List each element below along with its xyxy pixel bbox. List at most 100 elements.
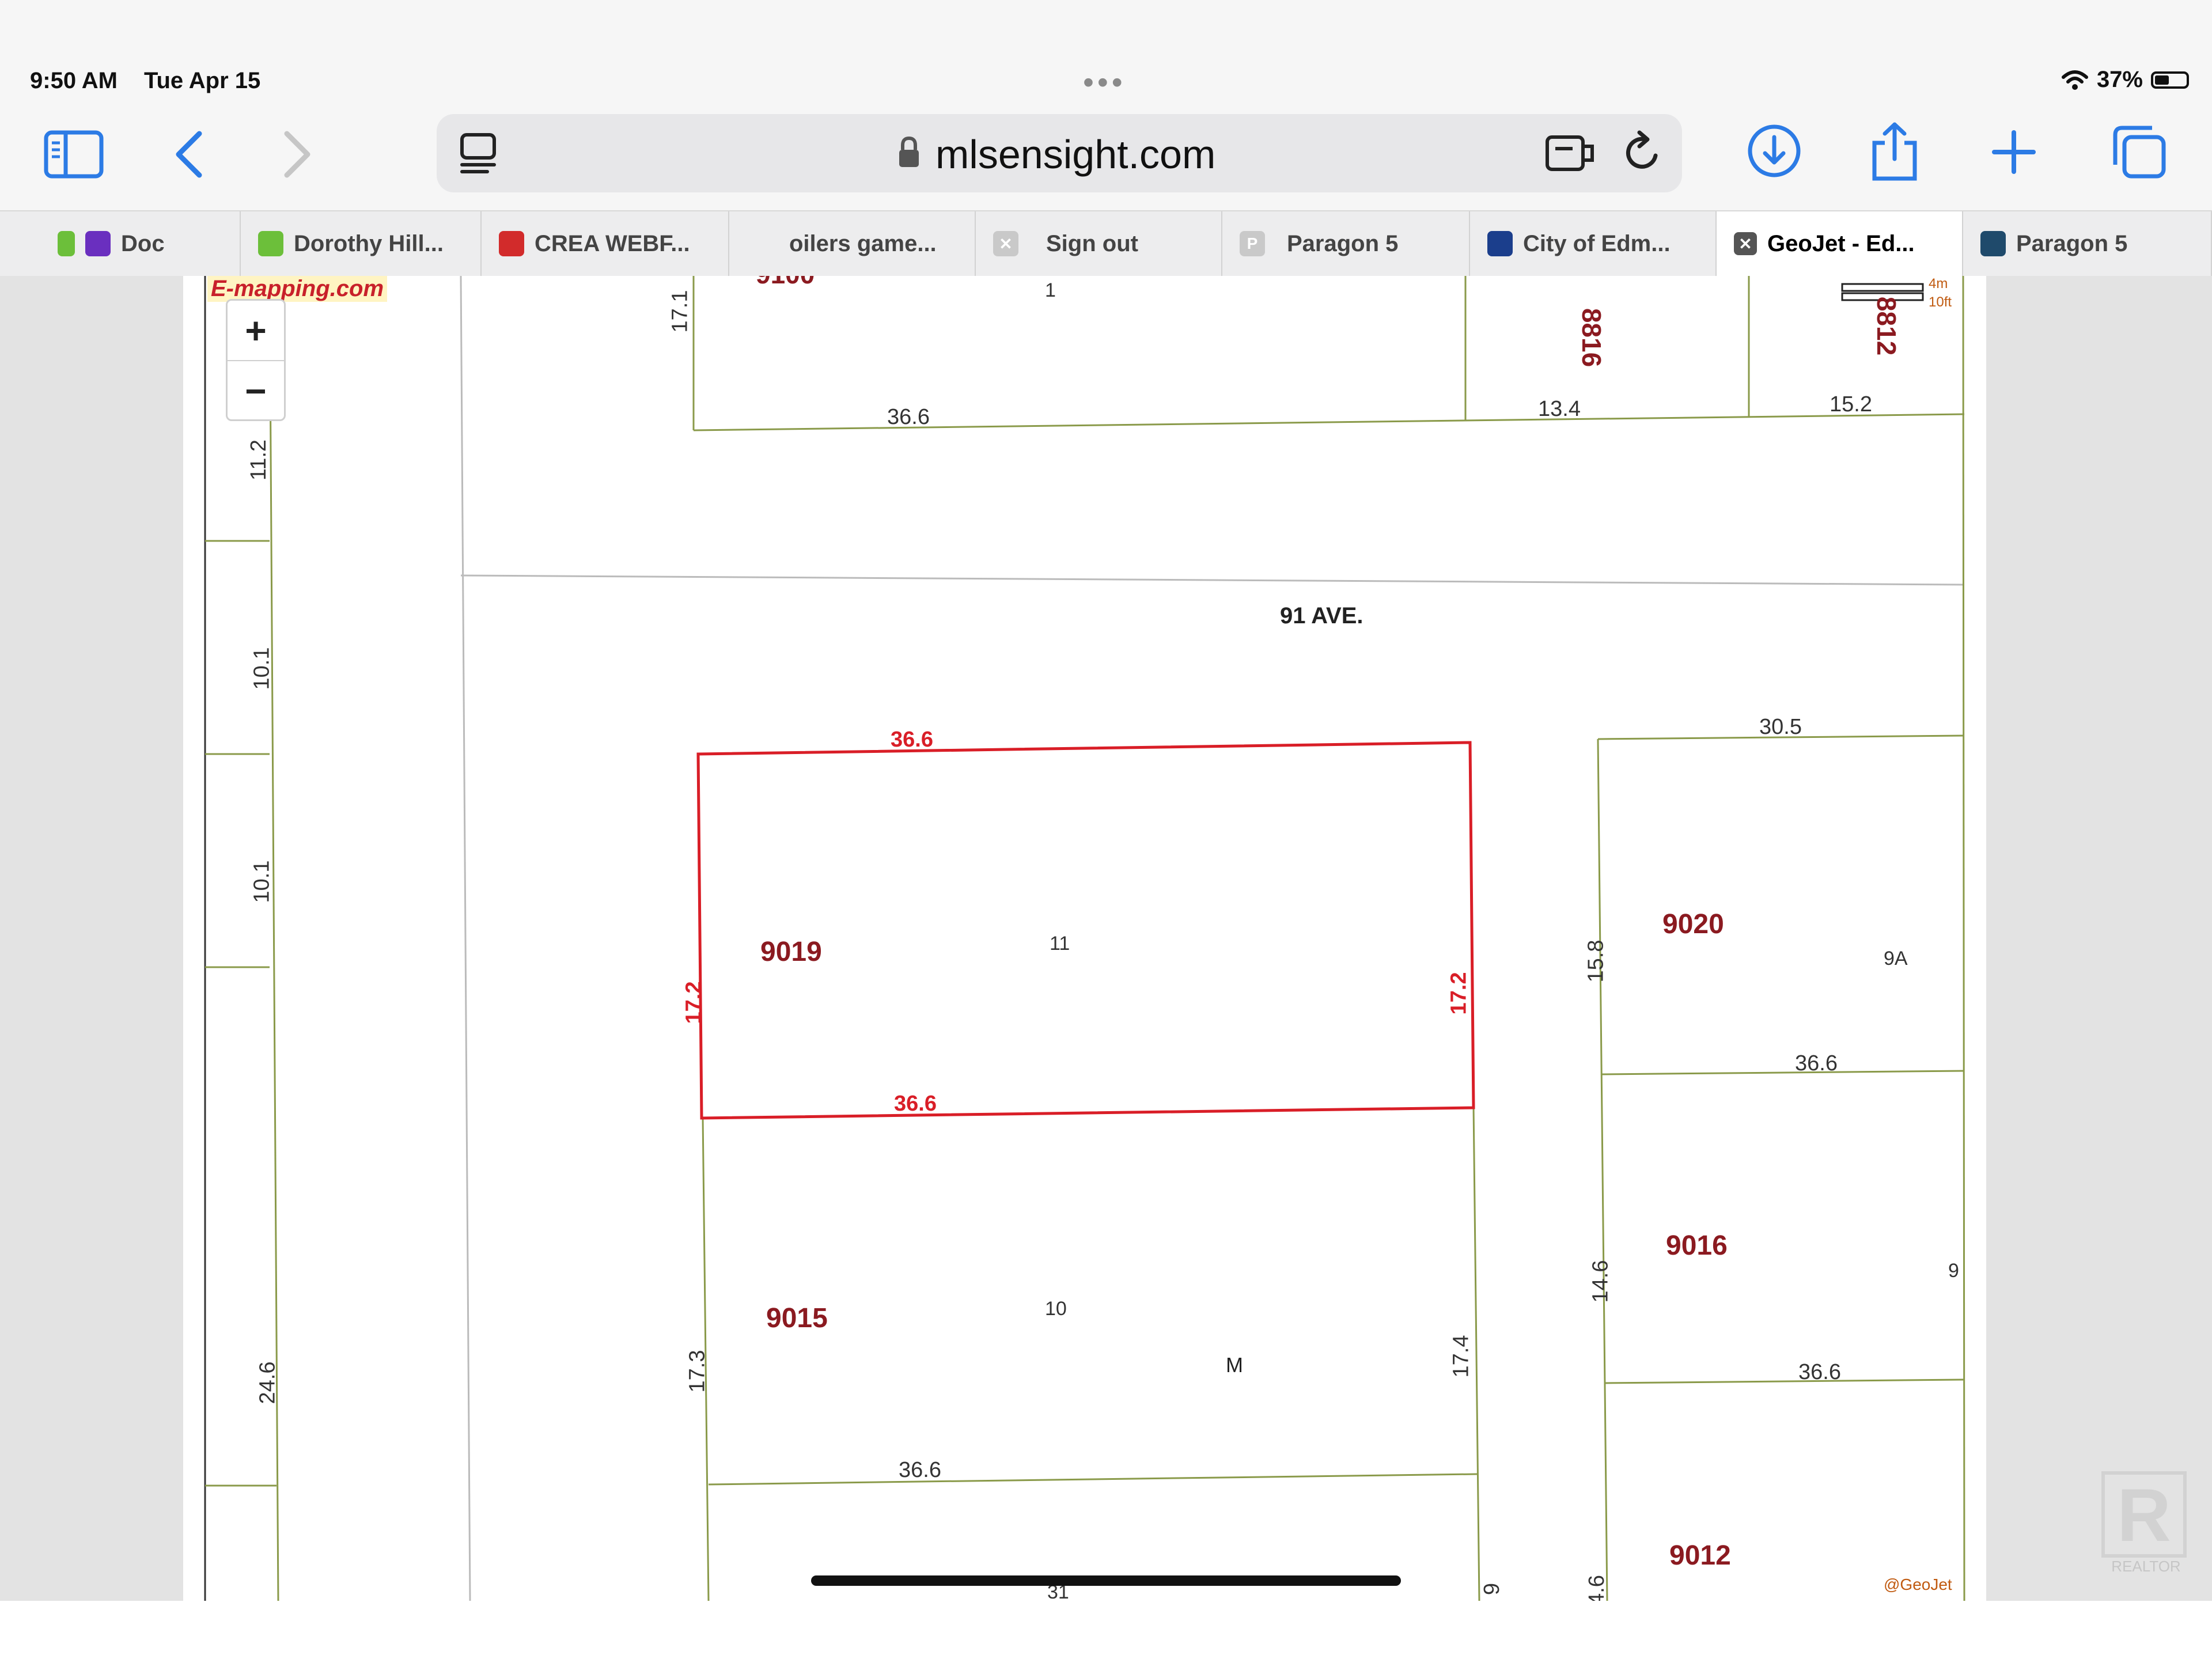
tab-dorothy-hill[interactable]: Dorothy Hill... [241,211,482,276]
status-bar: 9:50 AM Tue Apr 15 ••• 37% [0,0,2212,109]
dimension-label: 15.2 [1830,392,1872,416]
lock-icon [899,136,919,167]
dimension-label: 36.6 [1798,1360,1841,1384]
tab-favicon-icon [85,231,111,256]
dimension-label: 24.6 [255,1361,280,1404]
battery-icon [2151,71,2189,89]
tab-label: Paragon 5 [1287,230,1399,256]
clock: 9:50 AM [30,68,118,93]
tab-favicon-icon [1487,231,1513,256]
lot-number: M [1226,1353,1243,1377]
tab-favicon-icon [1980,231,2006,256]
wifi-icon [2061,70,2088,90]
dimension-label: 36.6 [887,405,930,429]
address-label: 8816 [1577,308,1607,368]
address-label: 9019 [760,937,822,967]
address-label: 9016 [1666,1230,1728,1261]
close-x-icon: ✕ [993,231,1018,256]
dimension-label: 30.5 [1759,715,1802,739]
dimension-label: 13.4 [1538,397,1581,421]
tab-oilers-game[interactable]: oilers game... [729,211,976,276]
realtor-watermark: R REALTOR [2101,1471,2191,1581]
tab-label: Dorothy Hill... [294,230,444,256]
scale-label: 4m [1929,276,1948,291]
tab-bar: Doc Dorothy Hill... CREA WEBF... oilers … [0,210,2212,277]
address-label: 9012 [1669,1540,1731,1571]
tab-label: CREA WEBF... [535,230,690,256]
scale-label: 10ft [1929,294,1952,310]
dimension-label: 10.1 [249,860,274,903]
address-bar[interactable]: mlsensight.com [437,114,1682,192]
extensions-icon[interactable] [1544,131,1597,175]
dimension-label: 36.6 [894,1092,937,1116]
dimension-label: 17.3 [685,1350,710,1393]
dimension-label: 4.6 [1584,1575,1609,1601]
selected-parcel-outline [696,741,1475,1120]
close-tab-icon[interactable]: ✕ [1734,232,1757,255]
map-brand-logo: E-mapping.com [207,276,388,302]
dimension-label: 17.1 [668,290,692,333]
address-label: 9100 [756,276,815,290]
forward-icon[interactable] [280,130,315,179]
lot-number: 9A [1884,948,1908,969]
lot-number: 10 [1045,1298,1067,1320]
dimension-label: 17.4 [1449,1335,1474,1378]
date: Tue Apr 15 [144,68,261,93]
download-icon[interactable] [1747,123,1802,179]
tab-label: Paragon 5 [2016,230,2128,256]
dimension-label: 36.6 [1795,1051,1838,1075]
address-label: 9015 [766,1303,828,1334]
tab-city-of-edmonton[interactable]: City of Edm... [1470,211,1717,276]
dimension-label: 9 [1480,1582,1505,1596]
address-label: 9020 [1662,909,1724,940]
dimension-label: 15.8 [1584,940,1608,983]
tab-label: oilers game... [789,230,937,256]
zoom-out-button[interactable]: − [228,361,284,421]
new-tab-icon[interactable] [1991,129,2037,175]
tab-crea-webforms[interactable]: CREA WEBF... [482,211,729,276]
home-indicator[interactable] [811,1575,1401,1586]
page-menu-icon[interactable] [459,132,499,175]
battery-percent: 37% [2096,67,2143,92]
dimension-label: 36.6 [891,728,933,752]
tab-label: GeoJet - Ed... [1767,230,1915,256]
tab-label: City of Edm... [1523,230,1671,256]
dimension-label: 11.2 [247,439,271,481]
tab-geojet[interactable]: ✕ GeoJet - Ed... [1717,211,1963,276]
parcel-map[interactable]: 17.1 36.6 13.4 15.2 11.2 10.1 10.1 91 AV… [183,276,1986,1601]
multitask-dots-icon[interactable]: ••• [1083,65,1126,100]
tab-label: Doc [121,230,165,256]
share-icon[interactable] [1869,120,1921,183]
tab-paragon-5-second[interactable]: Paragon 5 [1963,211,2212,276]
tab-favicon-icon: P [1240,231,1265,256]
street-label: 91 AVE. [1280,603,1363,628]
lot-number: 11 [1050,933,1070,955]
sidebar-icon[interactable] [44,130,104,179]
tab-favicon-icon [258,231,283,256]
lot-number: 9 [1948,1260,1959,1282]
map-credit: @GeoJet [1884,1575,1952,1593]
dimension-label: 17.2 [1446,972,1471,1015]
tab-paragon-5[interactable]: P Paragon 5 [1222,211,1470,276]
dimension-label: 36.6 [899,1458,941,1482]
realtor-text: REALTOR [2111,1558,2181,1575]
url-text[interactable]: mlsensight.com [935,131,1215,177]
tab-favicon-icon [499,231,524,256]
reload-icon[interactable] [1622,130,1662,176]
address-label: 8812 [1872,296,1902,356]
tab-doc[interactable]: Doc [40,211,241,276]
dimension-label: 14.6 [1588,1260,1613,1303]
tab-sign-out[interactable]: ✕ Sign out [976,211,1222,276]
tab-label: Sign out [1046,230,1138,256]
zoom-in-button[interactable]: + [228,301,284,361]
dimension-label: 10.1 [249,647,274,690]
realtor-logo: R [2101,1471,2187,1558]
bottom-margin [0,1601,2212,1659]
zoom-control: + − [226,299,286,421]
lot-number: 1 [1045,279,1056,301]
page-content: 17.1 36.6 13.4 15.2 11.2 10.1 10.1 91 AV… [0,276,2212,1601]
dimension-label: 17.2 [681,981,706,1024]
tabs-overview-icon[interactable] [2111,123,2168,181]
back-icon[interactable] [172,130,206,179]
tab-favicon-icon [58,231,75,256]
